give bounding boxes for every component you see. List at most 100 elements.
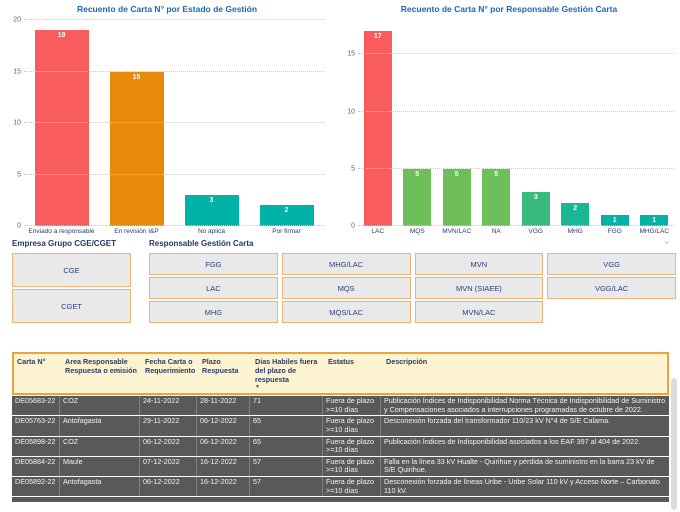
gridline bbox=[24, 173, 324, 175]
bar-value-label: 3 bbox=[533, 193, 538, 201]
bar-value-label: 17 bbox=[373, 33, 382, 41]
category-label: Enviado a responsable bbox=[28, 228, 95, 235]
filter-option-vgg[interactable]: VGG bbox=[547, 253, 676, 275]
y-axis-tick-label: 0 bbox=[351, 222, 355, 230]
table-cell: DE05884-22 bbox=[12, 456, 60, 477]
gridline bbox=[358, 225, 674, 226]
table-cell: 65 bbox=[250, 436, 323, 456]
filter-option-mqs[interactable]: MQS bbox=[281, 277, 411, 299]
bar-value-label: 5 bbox=[494, 170, 499, 178]
empresa-slicer-label: Empresa Grupo CGE/CGET bbox=[12, 239, 117, 248]
filter-option-mhg-lac[interactable]: MHG/LAC bbox=[281, 253, 411, 275]
column-header[interactable]: Area Responsable Respuesta o emisión bbox=[62, 354, 142, 393]
table-row[interactable]: DE05763-22 Antofagasta 29-11-2022 06-12-202… bbox=[12, 416, 669, 436]
bar-column: 5 bbox=[477, 20, 517, 226]
bar-mhg[interactable]: 2 bbox=[561, 203, 590, 226]
y-axis-tick-label: 15 bbox=[13, 68, 21, 75]
bar-no-aplica[interactable]: 3 bbox=[184, 195, 239, 226]
filter-option-mvn-siaee-[interactable]: MVN (SIAEE) bbox=[414, 277, 544, 299]
category-label: Por firmar bbox=[272, 228, 301, 235]
filter-option-mvn[interactable]: MVN bbox=[414, 253, 544, 275]
table-row[interactable]: DE05884-22 Maule 07-12-2022 16-12-2022 57 Fue… bbox=[12, 456, 669, 477]
table-cell: Fuera de plazo >=10 días bbox=[323, 456, 381, 477]
y-axis-tick-label: 5 bbox=[17, 171, 21, 178]
table-cell: 57 bbox=[250, 456, 323, 477]
table-cell: 24-11-2022 bbox=[140, 396, 197, 416]
table-cell: COZ bbox=[60, 436, 140, 456]
filter-option-cget[interactable]: CGET bbox=[12, 289, 131, 323]
table-header-row: Carta N° Area Responsable Respuesta o emi… bbox=[12, 352, 669, 395]
column-header[interactable]: Fecha Carta o Requerimiento bbox=[142, 354, 199, 393]
table-row[interactable]: DE05898-22 COZ 06-12-2022 06-12-2022 65 Fuera… bbox=[12, 436, 669, 456]
bar-value-label: 15 bbox=[132, 73, 141, 81]
table-cell: 65 bbox=[250, 416, 323, 436]
bar-column: 2 bbox=[249, 20, 324, 226]
filter-option-vgg-lac[interactable]: VGG/LAC bbox=[547, 277, 676, 299]
table-cell: Fuera de plazo >=10 días bbox=[323, 436, 381, 456]
table-cell: 06-12-2022 bbox=[140, 477, 197, 497]
bar-column: 3 bbox=[516, 20, 556, 226]
category-label: NA bbox=[491, 228, 501, 235]
table-cell: Desconexión forzada de líneas Uribe - Ur… bbox=[384, 477, 660, 495]
bar-lac[interactable]: 17 bbox=[363, 31, 392, 226]
filter-option-fgg[interactable]: FGG bbox=[149, 253, 278, 275]
bar-column: 19 bbox=[24, 20, 99, 226]
filter-option-cge[interactable]: CGE bbox=[12, 253, 131, 287]
bar-en-revisi-n-i-p[interactable]: 15 bbox=[109, 71, 164, 226]
bar-column: 1 bbox=[635, 20, 675, 226]
table-cell: 28-11-2022 bbox=[197, 396, 250, 416]
sort-descending-icon: ▼ bbox=[255, 384, 260, 390]
table-cell: DE05892-22 bbox=[12, 477, 60, 497]
bar-column: 5 bbox=[398, 20, 438, 226]
category-label: En revisión I&P bbox=[114, 228, 159, 235]
bar-mvn-lac[interactable]: 5 bbox=[442, 168, 471, 226]
category-label: MVN/LAC bbox=[442, 228, 472, 235]
y-axis-tick-label: 5 bbox=[351, 165, 355, 173]
filter-option-mqs-lac[interactable]: MQS/LAC bbox=[281, 301, 411, 323]
chart-plot-area: 17 5 5 5 3 2 1 1 LAC MQS MVN/LAC NA VGG MHG FGG MHG/LA… bbox=[347, 20, 675, 235]
category-label: MQS bbox=[409, 228, 425, 235]
table-row[interactable]: DE05892-22 Antofagasta 06-12-2022 16-12-202… bbox=[12, 477, 669, 497]
column-header[interactable]: Estatus bbox=[325, 354, 383, 393]
bar-column: 2 bbox=[556, 20, 596, 226]
filter-option-mhg[interactable]: MHG bbox=[149, 301, 278, 323]
chart-title: Recuento de Carta N° por Responsable Ges… bbox=[400, 4, 618, 14]
gridline bbox=[24, 225, 324, 226]
bar-value-label: 3 bbox=[209, 197, 214, 205]
gridline bbox=[358, 53, 674, 55]
filter-option-lac[interactable]: LAC bbox=[149, 277, 278, 299]
chart-title: Recuento de Carta N° por Estado de Gesti… bbox=[76, 4, 258, 14]
gridline bbox=[24, 122, 324, 123]
table-row[interactable]: DE05683-22 COZ 24-11-2022 28-11-2022 71 Fuera… bbox=[12, 396, 669, 416]
table-cell: DE05683-22 bbox=[12, 396, 60, 416]
column-header[interactable]: Descripción bbox=[383, 354, 667, 393]
column-header[interactable]: Días Habiles fuera del plazo de respuest… bbox=[252, 354, 325, 393]
bar-por-firmar[interactable]: 2 bbox=[259, 205, 314, 226]
chart-estado-gestion: Recuento de Carta N° por Estado de Gesti… bbox=[6, 0, 328, 236]
table-cell: Falla en la línea 33 kV Hualte - Quirihu… bbox=[384, 456, 655, 475]
bar-value-label: 2 bbox=[573, 205, 578, 213]
table-cell: 06-12-2022 bbox=[197, 416, 250, 436]
chevron-down-icon[interactable]: ⌄ bbox=[662, 236, 671, 247]
filter-option-mvn-lac[interactable]: MVN/LAC bbox=[414, 301, 544, 323]
responsable-slicer: FGG MHG/LAC MVN VGG LAC MQS MVN (SIAEE) VGG/LAC… bbox=[149, 253, 676, 323]
bar-enviado-a-responsable[interactable]: 19 bbox=[34, 30, 89, 226]
bar-na[interactable]: 5 bbox=[482, 168, 511, 226]
column-header[interactable]: Plazo Respuesta bbox=[199, 354, 252, 393]
table-scrollbar[interactable] bbox=[671, 378, 677, 510]
category-label: MHG/LAC bbox=[639, 228, 670, 235]
bar-column: 3 bbox=[174, 20, 249, 226]
bar-column: 17 bbox=[358, 20, 398, 226]
table-cell: 57 bbox=[250, 477, 323, 497]
y-axis-tick-label: 0 bbox=[17, 222, 21, 230]
bar-mqs[interactable]: 5 bbox=[403, 168, 432, 226]
chart-plot-area: 19 15 3 2 Enviado a responsable En revisión … bbox=[13, 17, 324, 235]
column-header[interactable]: Carta N° bbox=[14, 354, 62, 393]
bar-value-label: 1 bbox=[652, 216, 657, 224]
table-row-partial[interactable] bbox=[12, 497, 669, 503]
empresa-slicer: CGE CGET bbox=[12, 253, 131, 323]
category-label: LAC bbox=[371, 228, 385, 235]
category-axis: LAC MQS MVN/LAC NA VGG MHG FGG MHG/LAC bbox=[358, 226, 674, 235]
table-cell: COZ bbox=[60, 396, 140, 416]
bar-vgg[interactable]: 3 bbox=[521, 191, 550, 226]
